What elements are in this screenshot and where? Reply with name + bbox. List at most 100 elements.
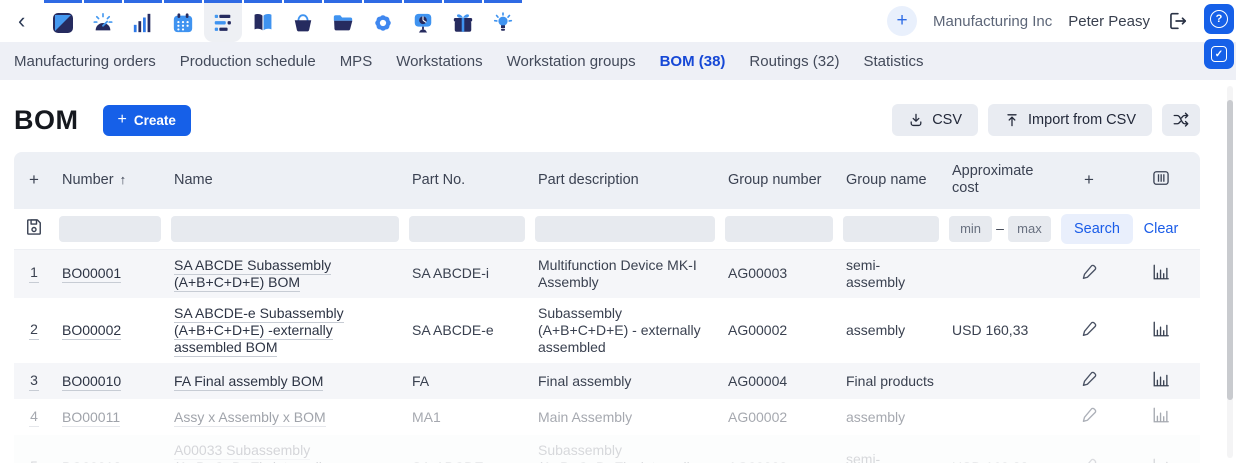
tab-manufacturing-orders[interactable]: Manufacturing orders — [14, 53, 156, 70]
bom-name-link[interactable]: SA ABCDE-e Subassembly (A+B+C+D+E) -exte… — [174, 304, 344, 358]
edit-pencil-icon[interactable] — [1080, 457, 1098, 463]
search-button[interactable]: Search — [1061, 213, 1133, 244]
tasks-button[interactable]: ✓ — [1204, 39, 1234, 69]
bom-number-link[interactable]: BO00010 — [62, 372, 122, 391]
col-name[interactable]: Name — [166, 152, 404, 209]
range-dash: – — [996, 220, 1004, 237]
part-no-cell: SA ABCDE-e — [412, 322, 494, 339]
filter-cost-min-input[interactable] — [949, 215, 993, 242]
import-csv-button[interactable]: Import from CSV — [988, 104, 1152, 136]
calendar-icon[interactable] — [164, 0, 203, 42]
logout-icon[interactable] — [1166, 10, 1188, 32]
save-filter-icon[interactable] — [24, 217, 44, 237]
bom-number-link[interactable]: BO00001 — [62, 265, 122, 284]
col-part-description[interactable]: Part description — [530, 152, 720, 209]
plus-icon: + — [117, 110, 127, 128]
part-description-cell: Multifunction Device MK-I Assembly — [530, 249, 720, 298]
tab-bom[interactable]: BOM (38) — [660, 53, 726, 70]
help-button[interactable]: ? — [1204, 4, 1234, 34]
bom-name-link[interactable]: FA Final assembly BOM — [174, 372, 324, 391]
stats-chart-icon[interactable] — [1152, 263, 1170, 281]
crm-presentation-icon[interactable] — [404, 0, 443, 42]
collapse-sidebar-chevron-icon[interactable]: ‹ — [14, 10, 29, 32]
dashboard-gauge-icon[interactable] — [84, 0, 123, 42]
row-index-link[interactable]: 5 — [29, 458, 39, 463]
tab-workstations[interactable]: Workstations — [396, 53, 482, 70]
group-number-cell: AG00002 — [728, 408, 788, 425]
bom-table: + Number ↑ Name Part No. Part descriptio… — [14, 152, 1200, 463]
group-number-cell: AG00003 — [720, 249, 838, 298]
col-approx-cost[interactable]: Approximate cost — [944, 152, 1056, 209]
filter-group-name-input[interactable] — [843, 215, 939, 242]
tab-statistics[interactable]: Statistics — [863, 53, 923, 70]
stats-chart-icon[interactable] — [1152, 457, 1170, 463]
clear-button[interactable]: Clear — [1144, 221, 1179, 237]
bom-number-link[interactable]: BO00002 — [62, 322, 122, 341]
bom-name-link[interactable]: A00033 Subassembly (A+B+C+D+E) -internal… — [174, 442, 329, 463]
filter-name-input[interactable] — [171, 215, 399, 242]
stock-book-icon[interactable] — [244, 0, 283, 42]
edit-pencil-icon[interactable] — [1080, 406, 1098, 424]
tab-routings[interactable]: Routings (32) — [749, 53, 839, 70]
scrollbar-thumb[interactable] — [1227, 100, 1233, 400]
tab-mps[interactable]: MPS — [340, 53, 373, 70]
bom-name-link[interactable]: Assy x Assembly x BOM — [174, 408, 326, 427]
csv-download-button[interactable]: CSV — [892, 104, 979, 136]
filter-number-input[interactable] — [59, 215, 161, 242]
group-name-cell: semi-assembly — [838, 249, 944, 298]
procurement-basket-icon[interactable] — [284, 0, 323, 42]
col-part-no[interactable]: Part No. — [404, 152, 530, 209]
app-logo-icon[interactable] — [44, 0, 83, 42]
rewards-gift-icon[interactable] — [444, 0, 483, 42]
group-name-cell: semi-assembly — [838, 435, 944, 463]
filter-group-number-input[interactable] — [725, 215, 833, 242]
stats-chart-icon[interactable] — [1152, 370, 1170, 388]
part-no-cell: SA ABCDE-i — [404, 249, 530, 298]
filter-row: – Search Clear — [14, 208, 1200, 250]
documents-folder-icon[interactable] — [324, 0, 363, 42]
company-name[interactable]: Manufacturing Inc — [933, 13, 1052, 30]
stats-chart-icon[interactable] — [1152, 320, 1170, 338]
col-group-name[interactable]: Group name — [838, 152, 944, 209]
col-number[interactable]: Number ↑ — [54, 152, 166, 209]
statistics-bars-icon[interactable] — [124, 0, 163, 42]
row-index-link[interactable]: 2 — [29, 321, 39, 341]
column-settings-icon[interactable] — [1122, 152, 1200, 209]
row-index-link[interactable]: 4 — [29, 408, 39, 427]
shuffle-icon — [1173, 112, 1189, 127]
filter-part-no-input[interactable] — [409, 215, 525, 242]
tab-workstation-groups[interactable]: Workstation groups — [507, 53, 636, 70]
edit-pencil-icon[interactable] — [1080, 320, 1098, 338]
settings-gear-icon[interactable] — [364, 0, 403, 42]
edit-pencil-icon[interactable] — [1080, 263, 1098, 281]
tab-production-schedule[interactable]: Production schedule — [180, 53, 316, 70]
production-planning-gantt-icon[interactable] — [204, 0, 243, 42]
add-column-icon[interactable]: + — [1056, 152, 1122, 209]
row-index-link[interactable]: 3 — [29, 372, 39, 391]
bom-number-link[interactable]: BO00011 — [62, 408, 121, 427]
col-group-number[interactable]: Group number — [720, 152, 838, 209]
vertical-scrollbar[interactable] — [1227, 86, 1233, 458]
cost-cell — [944, 399, 1056, 435]
cost-cell — [944, 363, 1056, 400]
stats-chart-icon[interactable] — [1152, 406, 1170, 424]
table-actions: CSV Import from CSV — [892, 104, 1200, 136]
filter-part-description-input[interactable] — [535, 215, 715, 242]
bom-name-link[interactable]: SA ABCDE Subassembly (A+B+C+D+E) BOM — [174, 256, 332, 292]
create-button[interactable]: + Create — [102, 104, 191, 136]
part-no-cell: MA1 — [412, 408, 441, 425]
row-index-link[interactable]: 1 — [29, 264, 39, 284]
part-description-cell: Main Assembly — [538, 408, 633, 425]
shuffle-view-button[interactable] — [1162, 104, 1200, 136]
cost-cell — [944, 249, 1056, 298]
group-number-cell: AG00004 — [720, 363, 838, 400]
add-row-icon[interactable]: + — [14, 152, 54, 209]
user-name[interactable]: Peter Peasy — [1068, 13, 1150, 30]
filter-cost-max-input[interactable] — [1007, 215, 1051, 242]
add-quick-icon[interactable]: + — [887, 6, 918, 36]
tips-lightbulb-icon[interactable] — [484, 0, 523, 42]
bom-number-link[interactable]: BO00012 — [62, 459, 122, 463]
edit-pencil-icon[interactable] — [1080, 370, 1098, 388]
table-row: 4 BO00011 Assy x Assembly x BOM MA1 Main… — [14, 399, 1200, 435]
app-icon-strip — [43, 0, 523, 42]
